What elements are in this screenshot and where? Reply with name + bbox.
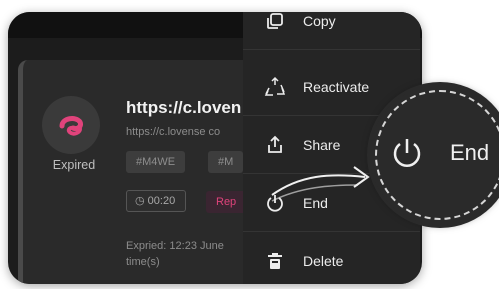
menu-label: Share <box>303 136 341 153</box>
menu-item-copy[interactable]: Copy <box>243 12 420 50</box>
status-label: Expired <box>52 158 96 172</box>
recycle-icon <box>263 75 287 99</box>
expiry-text: Expried: 12:23 June time(s) <box>126 238 224 270</box>
tag-chip: #M <box>208 151 244 173</box>
menu-label: Reactivate <box>303 78 370 95</box>
lovense-logo <box>42 96 100 154</box>
share-icon <box>263 133 287 157</box>
phone-screen: Expired https://c.loven https://c.lovens… <box>8 12 422 284</box>
link-title: https://c.loven <box>126 98 242 117</box>
clock-icon: ◷ <box>135 195 148 207</box>
timer-value: 00:20 <box>147 195 176 207</box>
menu-label: Copy <box>303 12 336 29</box>
power-icon <box>393 139 421 167</box>
link-url: https://c.lovense co <box>126 126 221 138</box>
callout-label: End <box>450 140 490 165</box>
menu-item-delete[interactable]: Delete <box>243 232 420 284</box>
pointer-arrow-icon <box>271 166 370 202</box>
expiry-count: time(s) <box>126 256 160 268</box>
tag-chip: #M4WE <box>126 151 186 173</box>
menu-label: Delete <box>303 253 344 269</box>
timer-chip: ◷ 00:20 <box>126 190 187 212</box>
repeat-chip: Rep <box>206 191 247 213</box>
trash-icon <box>263 249 287 273</box>
copy-icon <box>263 12 287 33</box>
expiry-line: Expried: 12:23 June <box>126 240 224 252</box>
